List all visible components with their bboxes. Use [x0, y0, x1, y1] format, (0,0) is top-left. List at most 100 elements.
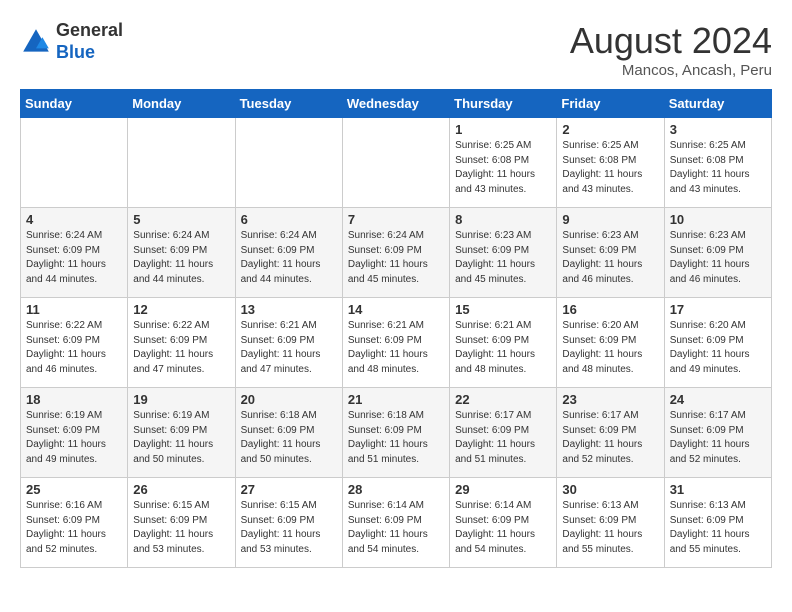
day-number: 11: [26, 302, 122, 317]
day-info: Sunrise: 6:15 AM Sunset: 6:09 PM Dayligh…: [241, 499, 337, 557]
day-cell: 9 Sunrise: 6:23 AM Sunset: 6:09 PM Daylig…: [557, 208, 664, 298]
week-row-2: 4 Sunrise: 6:24 AM Sunset: 6:09 PM Daylig…: [21, 208, 772, 298]
day-number: 18: [26, 392, 122, 407]
day-cell: 17 Sunrise: 6:20 AM Sunset: 6:09 PM Dayli…: [664, 298, 771, 388]
day-cell: 26 Sunrise: 6:15 AM Sunset: 6:09 PM Dayli…: [128, 478, 235, 568]
day-cell: [235, 118, 342, 208]
day-info: Sunrise: 6:13 AM Sunset: 6:09 PM Dayligh…: [670, 499, 766, 557]
day-info: Sunrise: 6:18 AM Sunset: 6:09 PM Dayligh…: [241, 409, 337, 467]
day-cell: 8 Sunrise: 6:23 AM Sunset: 6:09 PM Daylig…: [450, 208, 557, 298]
day-info: Sunrise: 6:21 AM Sunset: 6:09 PM Dayligh…: [348, 319, 444, 377]
day-number: 23: [562, 392, 658, 407]
day-cell: 4 Sunrise: 6:24 AM Sunset: 6:09 PM Daylig…: [21, 208, 128, 298]
day-number: 17: [670, 302, 766, 317]
weekday-header-thursday: Thursday: [450, 90, 557, 118]
day-info: Sunrise: 6:19 AM Sunset: 6:09 PM Dayligh…: [26, 409, 122, 467]
day-info: Sunrise: 6:25 AM Sunset: 6:08 PM Dayligh…: [562, 139, 658, 197]
day-cell: 25 Sunrise: 6:16 AM Sunset: 6:09 PM Dayli…: [21, 478, 128, 568]
day-cell: [342, 118, 449, 208]
day-info: Sunrise: 6:20 AM Sunset: 6:09 PM Dayligh…: [670, 319, 766, 377]
day-info: Sunrise: 6:21 AM Sunset: 6:09 PM Dayligh…: [455, 319, 551, 377]
day-info: Sunrise: 6:23 AM Sunset: 6:09 PM Dayligh…: [562, 229, 658, 287]
day-cell: 27 Sunrise: 6:15 AM Sunset: 6:09 PM Dayli…: [235, 478, 342, 568]
weekday-header-sunday: Sunday: [21, 90, 128, 118]
day-number: 30: [562, 482, 658, 497]
calendar-table: SundayMondayTuesdayWednesdayThursdayFrid…: [20, 89, 772, 568]
day-info: Sunrise: 6:23 AM Sunset: 6:09 PM Dayligh…: [670, 229, 766, 287]
day-info: Sunrise: 6:24 AM Sunset: 6:09 PM Dayligh…: [26, 229, 122, 287]
day-number: 27: [241, 482, 337, 497]
day-info: Sunrise: 6:24 AM Sunset: 6:09 PM Dayligh…: [133, 229, 229, 287]
day-number: 9: [562, 212, 658, 227]
weekday-header-tuesday: Tuesday: [235, 90, 342, 118]
day-number: 25: [26, 482, 122, 497]
day-cell: 5Sunrise: 6:24 AM Sunset: 6:09 PM Daylig…: [128, 208, 235, 298]
weekday-header-monday: Monday: [128, 90, 235, 118]
week-row-5: 25 Sunrise: 6:16 AM Sunset: 6:09 PM Dayli…: [21, 478, 772, 568]
day-cell: 29 Sunrise: 6:14 AM Sunset: 6:09 PM Dayli…: [450, 478, 557, 568]
day-cell: 7 Sunrise: 6:24 AM Sunset: 6:09 PM Daylig…: [342, 208, 449, 298]
week-row-4: 18 Sunrise: 6:19 AM Sunset: 6:09 PM Dayli…: [21, 388, 772, 478]
day-number: 3: [670, 122, 766, 137]
day-info: Sunrise: 6:23 AM Sunset: 6:09 PM Dayligh…: [455, 229, 551, 287]
day-cell: 11 Sunrise: 6:22 AM Sunset: 6:09 PM Dayli…: [21, 298, 128, 388]
day-info: Sunrise: 6:14 AM Sunset: 6:09 PM Dayligh…: [348, 499, 444, 557]
day-number: 13: [241, 302, 337, 317]
day-info: Sunrise: 6:15 AM Sunset: 6:09 PM Dayligh…: [133, 499, 229, 557]
day-number: 16: [562, 302, 658, 317]
logo-blue-text: Blue: [56, 42, 95, 62]
day-number: 6: [241, 212, 337, 227]
day-cell: 18 Sunrise: 6:19 AM Sunset: 6:09 PM Dayli…: [21, 388, 128, 478]
day-cell: 2 Sunrise: 6:25 AM Sunset: 6:08 PM Daylig…: [557, 118, 664, 208]
day-info: Sunrise: 6:13 AM Sunset: 6:09 PM Dayligh…: [562, 499, 658, 557]
day-cell: 31 Sunrise: 6:13 AM Sunset: 6:09 PM Dayli…: [664, 478, 771, 568]
day-cell: 30 Sunrise: 6:13 AM Sunset: 6:09 PM Dayli…: [557, 478, 664, 568]
day-number: 8: [455, 212, 551, 227]
day-cell: 23 Sunrise: 6:17 AM Sunset: 6:09 PM Dayli…: [557, 388, 664, 478]
day-cell: 12 Sunrise: 6:22 AM Sunset: 6:09 PM Dayli…: [128, 298, 235, 388]
weekday-row: SundayMondayTuesdayWednesdayThursdayFrid…: [21, 90, 772, 118]
day-number: 20: [241, 392, 337, 407]
day-number: 15: [455, 302, 551, 317]
day-cell: 16Sunrise: 6:20 AM Sunset: 6:09 PM Dayli…: [557, 298, 664, 388]
title-block: August 2024 Mancos, Ancash, Peru: [570, 20, 772, 79]
day-info: Sunrise: 6:25 AM Sunset: 6:08 PM Dayligh…: [670, 139, 766, 197]
day-info: Sunrise: 6:22 AM Sunset: 6:09 PM Dayligh…: [26, 319, 122, 377]
day-number: 22: [455, 392, 551, 407]
day-info: Sunrise: 6:17 AM Sunset: 6:09 PM Dayligh…: [562, 409, 658, 467]
calendar-header: SundayMondayTuesdayWednesdayThursdayFrid…: [21, 90, 772, 118]
day-number: 31: [670, 482, 766, 497]
day-info: Sunrise: 6:19 AM Sunset: 6:09 PM Dayligh…: [133, 409, 229, 467]
page-header: General Blue August 2024 Mancos, Ancash,…: [20, 20, 772, 79]
day-info: Sunrise: 6:16 AM Sunset: 6:09 PM Dayligh…: [26, 499, 122, 557]
day-number: 4: [26, 212, 122, 227]
day-info: Sunrise: 6:18 AM Sunset: 6:09 PM Dayligh…: [348, 409, 444, 467]
day-info: Sunrise: 6:24 AM Sunset: 6:09 PM Dayligh…: [348, 229, 444, 287]
day-info: Sunrise: 6:14 AM Sunset: 6:09 PM Dayligh…: [455, 499, 551, 557]
logo-icon: [20, 26, 52, 58]
day-cell: 24Sunrise: 6:17 AM Sunset: 6:09 PM Dayli…: [664, 388, 771, 478]
day-info: Sunrise: 6:24 AM Sunset: 6:09 PM Dayligh…: [241, 229, 337, 287]
day-number: 12: [133, 302, 229, 317]
day-info: Sunrise: 6:17 AM Sunset: 6:09 PM Dayligh…: [670, 409, 766, 467]
weekday-header-friday: Friday: [557, 90, 664, 118]
day-cell: 21Sunrise: 6:18 AM Sunset: 6:09 PM Dayli…: [342, 388, 449, 478]
day-cell: 6 Sunrise: 6:24 AM Sunset: 6:09 PM Daylig…: [235, 208, 342, 298]
day-cell: [21, 118, 128, 208]
day-cell: 1Sunrise: 6:25 AM Sunset: 6:08 PM Daylig…: [450, 118, 557, 208]
day-info: Sunrise: 6:17 AM Sunset: 6:09 PM Dayligh…: [455, 409, 551, 467]
day-number: 14: [348, 302, 444, 317]
day-number: 7: [348, 212, 444, 227]
day-cell: 3 Sunrise: 6:25 AM Sunset: 6:08 PM Daylig…: [664, 118, 771, 208]
weekday-header-wednesday: Wednesday: [342, 90, 449, 118]
day-number: 2: [562, 122, 658, 137]
day-number: 10: [670, 212, 766, 227]
day-number: 29: [455, 482, 551, 497]
weekday-header-saturday: Saturday: [664, 90, 771, 118]
day-info: Sunrise: 6:21 AM Sunset: 6:09 PM Dayligh…: [241, 319, 337, 377]
day-number: 26: [133, 482, 229, 497]
day-info: Sunrise: 6:22 AM Sunset: 6:09 PM Dayligh…: [133, 319, 229, 377]
day-cell: 22 Sunrise: 6:17 AM Sunset: 6:09 PM Dayli…: [450, 388, 557, 478]
logo: General Blue: [20, 20, 123, 63]
day-info: Sunrise: 6:25 AM Sunset: 6:08 PM Dayligh…: [455, 139, 551, 197]
